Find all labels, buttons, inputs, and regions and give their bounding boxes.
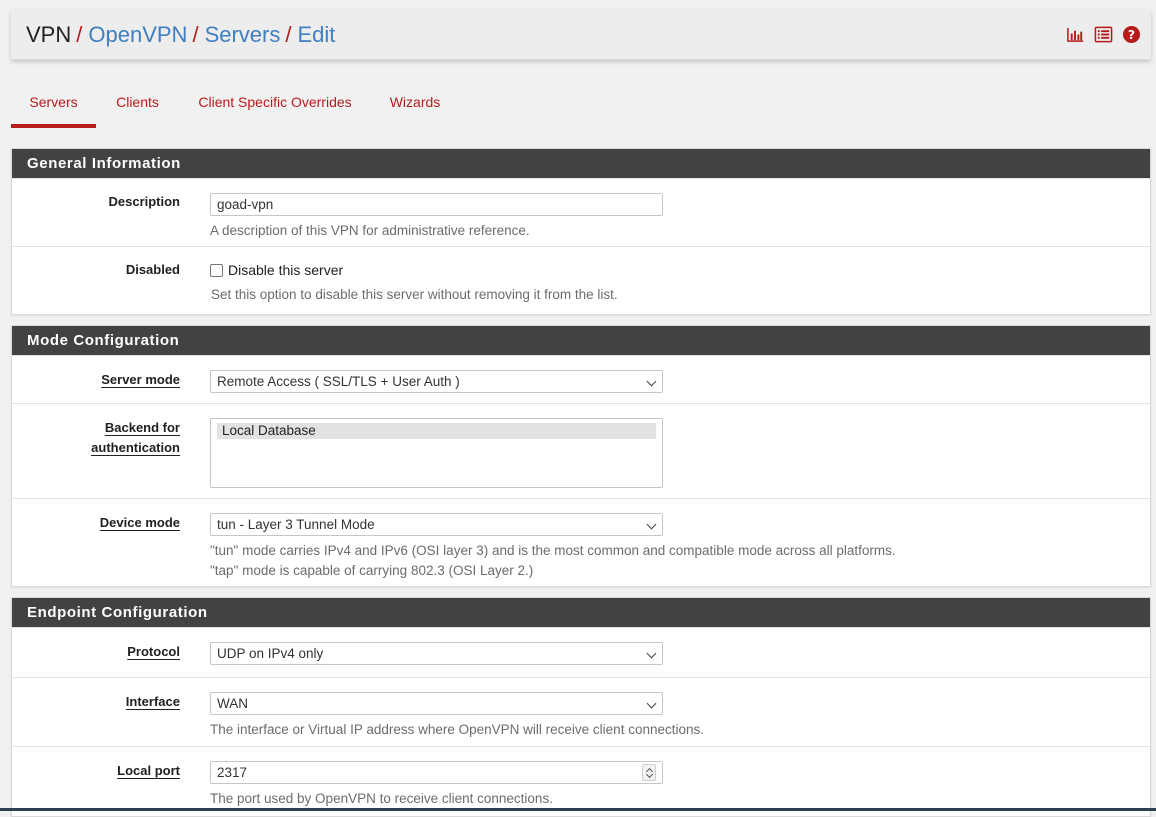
protocol-row: Protocol UDP on IPv4 only	[12, 627, 1150, 677]
tab-clients[interactable]: Clients	[110, 86, 165, 128]
device-mode-help-tun: "tun" mode carries IPv4 and IPv6 (OSI la…	[210, 543, 896, 558]
interface-select[interactable]: WAN	[210, 692, 663, 715]
breadcrumb: VPN / OpenVPN / Servers / Edit	[26, 21, 335, 49]
tab-client-specific-overrides[interactable]: Client Specific Overrides	[193, 86, 357, 128]
server-mode-row: Server mode Remote Access ( SSL/TLS + Us…	[12, 355, 1150, 403]
disable-server-checkbox[interactable]	[210, 264, 223, 277]
local-port-input[interactable]: 2317	[210, 761, 663, 784]
interface-value: WAN	[217, 696, 248, 711]
interface-help: The interface or Virtual IP address wher…	[210, 722, 704, 737]
breadcrumb-servers-link[interactable]: Servers	[205, 22, 281, 47]
local-port-label: Local port	[117, 763, 180, 778]
device-mode-help-tap: "tap" mode is capable of carrying 802.3 …	[210, 563, 534, 578]
description-help: A description of this VPN for administra…	[210, 223, 530, 238]
local-port-row: Local port 2317 The port used by OpenVPN…	[12, 746, 1150, 816]
panel-title: General Information	[12, 149, 1150, 178]
device-mode-row: Device mode tun - Layer 3 Tunnel Mode "t…	[12, 498, 1150, 588]
breadcrumb-separator: /	[285, 22, 292, 47]
breadcrumb-separator: /	[76, 22, 83, 47]
bar-chart-icon[interactable]	[1066, 25, 1085, 44]
protocol-value: UDP on IPv4 only	[217, 646, 324, 661]
backend-auth-listbox[interactable]: Local Database	[210, 418, 663, 488]
mode-configuration-panel: Mode Configuration Server mode Remote Ac…	[11, 325, 1151, 587]
device-mode-label: Device mode	[99, 515, 180, 530]
list-icon[interactable]	[1094, 25, 1113, 44]
breadcrumb-edit-link[interactable]: Edit	[297, 22, 335, 47]
backend-label: Backend for authentication	[91, 420, 180, 455]
chevron-down-icon	[646, 698, 657, 709]
svg-text:?: ?	[1128, 28, 1135, 42]
chevron-down-icon	[646, 648, 657, 659]
general-information-panel: General Information Description goad-vpn…	[11, 148, 1151, 315]
protocol-label: Protocol	[127, 644, 180, 659]
interface-label: Interface	[125, 694, 180, 709]
device-mode-value: tun - Layer 3 Tunnel Mode	[217, 517, 375, 532]
server-mode-label: Server mode	[101, 372, 180, 387]
device-mode-select[interactable]: tun - Layer 3 Tunnel Mode	[210, 513, 663, 536]
server-mode-select[interactable]: Remote Access ( SSL/TLS + User Auth )	[210, 370, 663, 393]
description-row: Description goad-vpn A description of th…	[12, 178, 1150, 246]
breadcrumb-separator: /	[192, 22, 199, 47]
description-input[interactable]: goad-vpn	[210, 193, 663, 216]
endpoint-configuration-panel: Endpoint Configuration Protocol UDP on I…	[11, 597, 1151, 817]
panel-title: Endpoint Configuration	[12, 598, 1150, 627]
port-spinner[interactable]	[642, 764, 656, 781]
breadcrumb-openvpn-link[interactable]: OpenVPN	[88, 22, 187, 47]
tab-wizards[interactable]: Wizards	[385, 86, 445, 128]
protocol-select[interactable]: UDP on IPv4 only	[210, 642, 663, 665]
disable-server-checkbox-label[interactable]: Disable this server	[228, 262, 343, 278]
disable-server-option: Disable this server	[210, 260, 343, 280]
local-port-help: The port used by OpenVPN to receive clie…	[210, 791, 553, 806]
panel-title: Mode Configuration	[12, 326, 1150, 355]
local-port-value: 2317	[217, 765, 248, 780]
help-icon[interactable]: ?	[1122, 25, 1141, 44]
backend-row: Backend for authentication Local Database	[12, 403, 1150, 498]
server-mode-value: Remote Access ( SSL/TLS + User Auth )	[217, 374, 460, 389]
header-icons: ?	[1066, 25, 1141, 44]
page-header: VPN / OpenVPN / Servers / Edit ?	[11, 10, 1151, 60]
disabled-help: Set this option to disable this server w…	[211, 287, 618, 302]
backend-option-local-database[interactable]: Local Database	[217, 423, 656, 439]
tab-bar: Servers Clients Client Specific Override…	[11, 86, 1151, 128]
breadcrumb-vpn: VPN	[26, 22, 72, 47]
spin-down-icon[interactable]	[645, 770, 653, 779]
tab-servers[interactable]: Servers	[11, 86, 96, 128]
interface-row: Interface WAN The interface or Virtual I…	[12, 677, 1150, 746]
chevron-down-icon	[646, 519, 657, 530]
disabled-row: Disabled Disable this server Set this op…	[12, 246, 1150, 314]
disabled-label: Disabled	[125, 262, 180, 277]
description-label: Description	[108, 194, 180, 209]
chevron-down-icon	[646, 376, 657, 387]
